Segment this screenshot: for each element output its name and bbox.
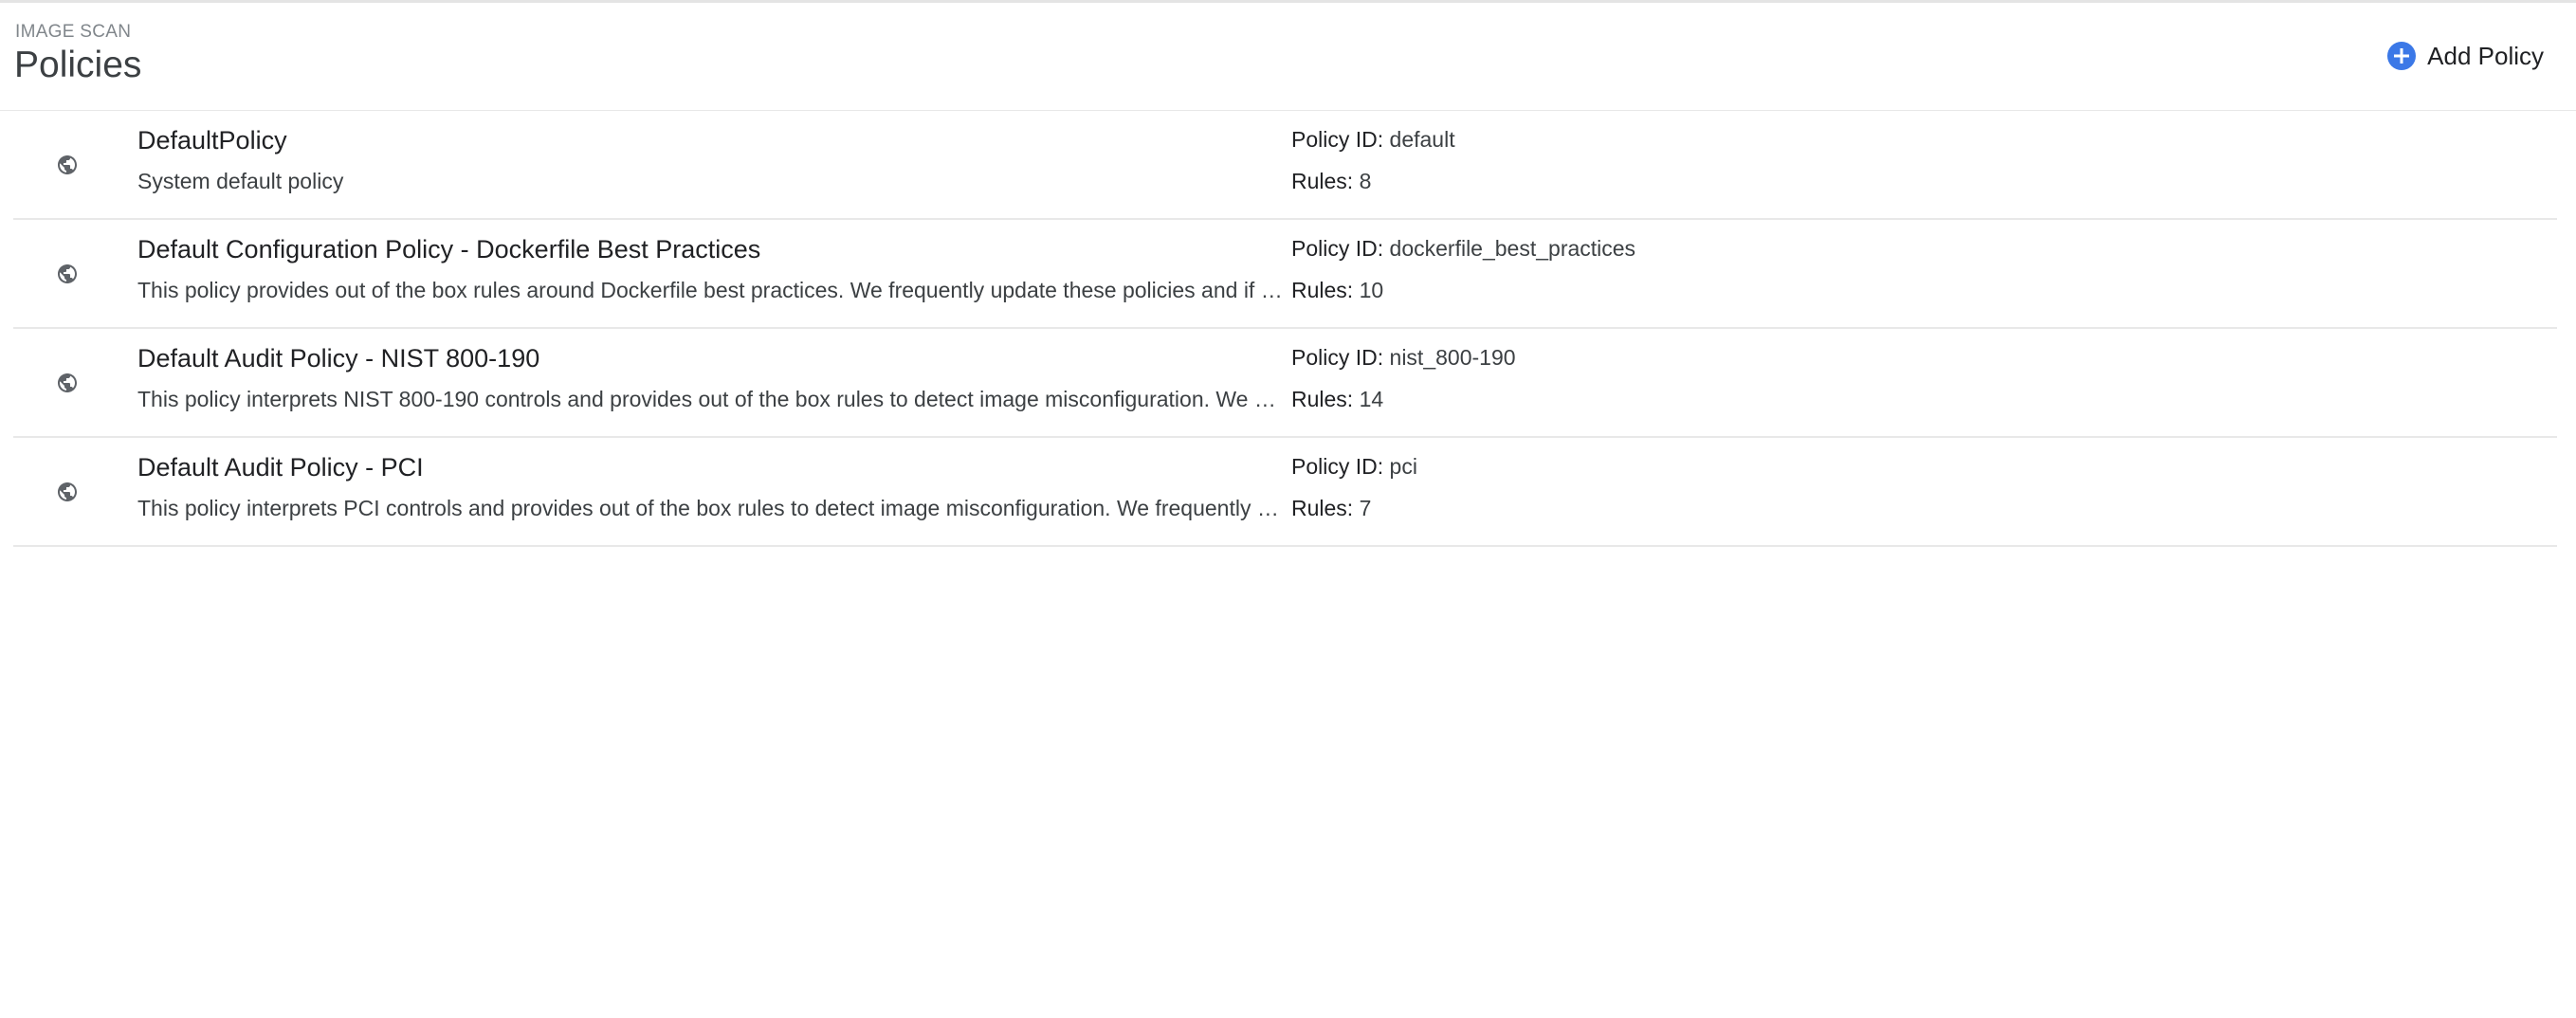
globe-icon [58,264,77,283]
policy-row[interactable]: Default Audit Policy - PCI This policy i… [13,438,2557,547]
policy-id-label: Policy ID: [1291,345,1384,370]
policy-id-label: Policy ID: [1291,236,1384,261]
policy-row[interactable]: Default Configuration Policy - Dockerfil… [13,220,2557,329]
page-title: Policies [14,45,142,85]
policy-id-value: default [1389,127,1455,152]
rules-value: 14 [1359,387,1384,411]
globe-icon [58,373,77,392]
policy-id-value: nist_800-190 [1389,345,1516,370]
policy-description: This policy interprets NIST 800-190 cont… [137,387,1276,411]
add-policy-button[interactable]: Add Policy [2387,37,2544,75]
rules-value: 10 [1359,278,1384,302]
policy-description: System default policy [137,169,344,193]
page-header: IMAGE SCAN Policies Add Policy [0,3,2576,110]
rules-label: Rules: [1291,278,1354,302]
policy-id-value: pci [1389,454,1417,479]
rules-field: Rules: 8 [1291,169,1371,194]
rules-label: Rules: [1291,169,1354,193]
policy-name: Default Audit Policy - PCI [137,453,424,482]
policy-name: DefaultPolicy [137,126,287,155]
policy-id-label: Policy ID: [1291,454,1384,479]
policy-id-label: Policy ID: [1291,127,1384,152]
globe-icon [58,155,77,174]
policy-id-field: Policy ID: nist_800-190 [1291,345,1516,371]
policy-id-field: Policy ID: default [1291,127,1455,153]
rules-label: Rules: [1291,496,1354,520]
rules-field: Rules: 10 [1291,278,1383,303]
rules-value: 7 [1359,496,1372,520]
policy-row[interactable]: DefaultPolicy System default policy Poli… [13,111,2557,220]
section-eyebrow: IMAGE SCAN [15,22,132,42]
rules-value: 8 [1359,169,1372,193]
add-policy-label: Add Policy [2427,41,2544,70]
policy-description: This policy provides out of the box rule… [137,278,1283,302]
policy-row[interactable]: Default Audit Policy - NIST 800-190 This… [13,329,2557,438]
rules-label: Rules: [1291,387,1354,411]
rules-field: Rules: 7 [1291,496,1371,521]
rules-field: Rules: 14 [1291,387,1383,412]
policy-list: DefaultPolicy System default policy Poli… [13,111,2557,547]
policy-description: This policy interprets PCI controls and … [137,496,1279,520]
add-circle-icon [2387,42,2417,70]
policy-name: Default Audit Policy - NIST 800-190 [137,344,540,373]
policy-id-value: dockerfile_best_practices [1389,236,1636,261]
policy-name: Default Configuration Policy - Dockerfil… [137,235,761,264]
policy-id-field: Policy ID: dockerfile_best_practices [1291,236,1635,262]
policy-id-field: Policy ID: pci [1291,454,1417,480]
globe-icon [58,482,77,501]
